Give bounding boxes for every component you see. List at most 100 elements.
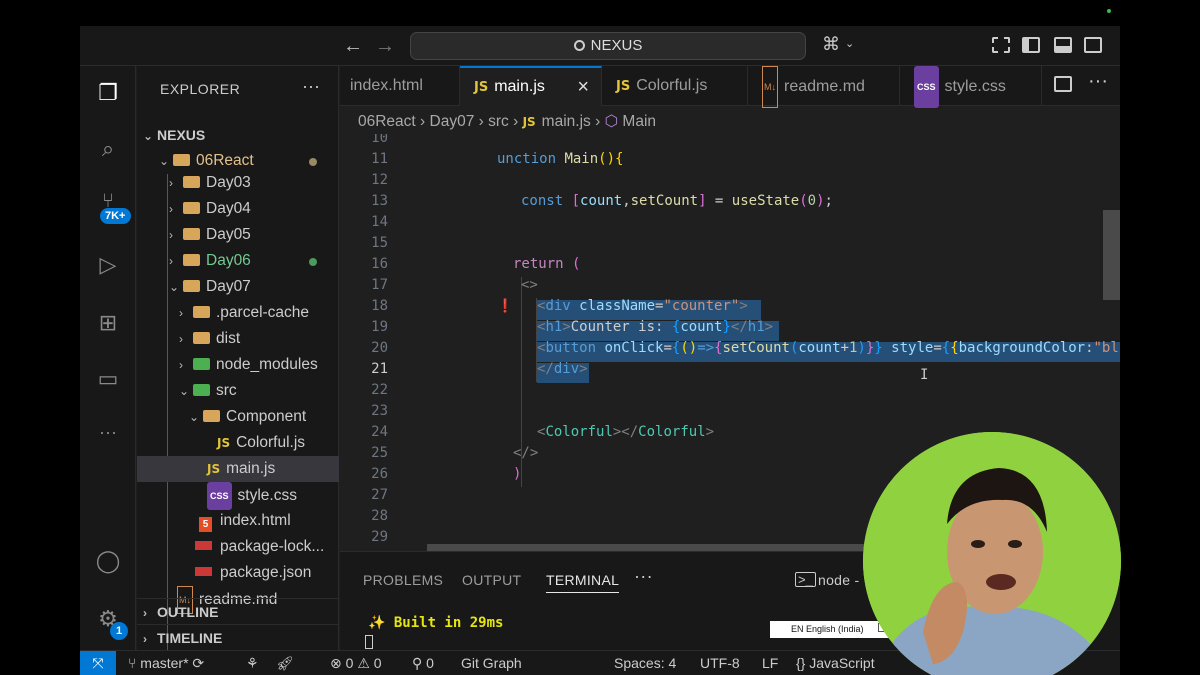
code-line: ) <box>513 466 522 482</box>
chevron-right-icon: › <box>513 113 523 130</box>
toggle-panel-icon[interactable] <box>1054 37 1072 53</box>
copilot-icon[interactable]: ⌘ <box>822 34 840 55</box>
chevron-down-icon: ⌄ <box>169 280 180 294</box>
code-line: unction Main(){ <box>497 151 624 167</box>
tree-item-label: src <box>216 382 237 399</box>
indentation-status[interactable]: Spaces: 4 <box>614 651 676 675</box>
search-icon[interactable]: ⌕ <box>94 136 122 164</box>
breadcrumb-item[interactable]: 06React <box>358 113 416 130</box>
tree-root[interactable]: ⌄ NEXUS <box>137 122 339 148</box>
tab-output[interactable]: OUTPUT <box>462 572 521 588</box>
tree-item-day06[interactable]: › Day06 <box>137 248 339 274</box>
vertical-scrollbar[interactable] <box>1103 210 1120 300</box>
problems-status[interactable]: ⊗ 0 ⚠ 0 <box>330 651 382 675</box>
timeline-section[interactable]: › TIMELINE <box>137 624 339 650</box>
chevron-right-icon: › <box>169 254 173 268</box>
explorer-more-button[interactable]: ··· <box>302 76 320 97</box>
tree-item-day04[interactable]: › Day04 <box>137 196 339 222</box>
ime-indicator[interactable]: EN English (India) <box>770 621 890 638</box>
remote-indicator-icon[interactable]: ⤧ <box>80 651 116 675</box>
branch-status[interactable]: ⑂ master* ⟳ <box>128 651 204 675</box>
publish-icon[interactable]: ⚘ <box>246 651 259 675</box>
tree-item-day05[interactable]: › Day05 <box>137 222 339 248</box>
panel-more-button[interactable]: ··· <box>634 566 653 587</box>
tab-style-css[interactable]: CSS style.css <box>900 66 1042 108</box>
tree-item-colorful-js[interactable]: JS Colorful.js <box>137 430 339 456</box>
tree-item-day03[interactable]: › Day03 <box>137 170 339 196</box>
explorer-sidebar: EXPLORER ··· ⌄ NEXUS ⌄ 06React › Day03 › Day… <box>137 66 339 668</box>
tree-item-main-js[interactable]: JS main.js <box>137 456 339 482</box>
tree-item-index-html[interactable]: 5 index.html <box>137 508 339 534</box>
tree-item-day07[interactable]: ⌄ Day07 <box>137 274 339 300</box>
error-icon: ⊗ <box>330 655 346 671</box>
tab-index-html[interactable]: index.html <box>340 66 460 106</box>
run-debug-icon[interactable]: ▷ <box>94 252 122 280</box>
npm-file-icon <box>195 541 212 550</box>
more-actions-icon[interactable]: ··· <box>1088 70 1108 93</box>
close-icon[interactable]: × <box>577 68 589 106</box>
arrow-left-icon[interactable]: ← <box>343 35 363 58</box>
terminal-name[interactable]: node - <box>818 572 860 588</box>
webcam-overlay <box>863 432 1121 675</box>
chevron-down-icon: ⌄ <box>179 384 190 398</box>
timeline-label: TIMELINE <box>157 630 223 646</box>
tree-item-package-lock[interactable]: package-lock... <box>137 534 339 560</box>
more-icon[interactable]: ··· <box>94 422 122 450</box>
breadcrumb-item[interactable]: src <box>488 113 509 130</box>
tree-item-style-css[interactable]: CSS style.css <box>137 482 339 510</box>
breadcrumb-item[interactable]: Day07 <box>430 113 475 130</box>
encoding-status[interactable]: UTF-8 <box>700 651 740 675</box>
ports-status[interactable]: ⚲ 0 <box>412 651 434 675</box>
remote-explorer-icon[interactable]: ▭ <box>94 366 122 394</box>
code-line: return ( <box>513 256 581 272</box>
folder-icon <box>183 202 200 214</box>
breadcrumb-item[interactable]: Main <box>622 113 656 130</box>
git-graph-button[interactable]: Git Graph <box>461 651 522 675</box>
language-label: JavaScript <box>809 655 875 671</box>
customize-layout-icon[interactable] <box>992 37 1010 53</box>
line-number: 20 <box>371 340 388 356</box>
extensions-icon[interactable]: ⊞ <box>94 310 122 338</box>
tree-item-component[interactable]: ⌄ Component <box>137 404 339 430</box>
markdown-file-icon: M↓ <box>762 66 778 108</box>
command-center[interactable]: NEXUS <box>410 32 806 60</box>
line-number: 14 <box>371 214 388 230</box>
toggle-secondary-sidebar-icon[interactable] <box>1084 37 1102 53</box>
tab-readme-md[interactable]: M↓ readme.md <box>748 66 900 108</box>
tree-item-dist[interactable]: › dist <box>137 326 339 352</box>
outline-section[interactable]: › OUTLINE <box>137 598 339 624</box>
line-number: 24 <box>371 424 388 440</box>
line-number: 28 <box>371 508 388 524</box>
tab-problems[interactable]: PROBLEMS <box>363 572 443 588</box>
symbol-method-icon: ⬡ <box>604 113 619 130</box>
lightbulb-icon[interactable]: ❗ <box>497 299 513 314</box>
account-icon[interactable]: ◯ <box>94 548 122 576</box>
html-file-icon: 5 <box>199 517 212 532</box>
tab-colorful-js[interactable]: JS Colorful.js <box>602 66 748 106</box>
tree-item-parcel-cache[interactable]: › .parcel-cache <box>137 300 339 326</box>
line-number: 23 <box>371 403 388 419</box>
files-icon[interactable]: ❐ <box>94 80 122 108</box>
language-status[interactable]: {} JavaScript <box>796 651 875 675</box>
js-file-icon: JS <box>207 462 221 476</box>
chevron-right-icon: › <box>179 332 183 346</box>
chevron-right-icon: › <box>143 632 147 646</box>
tree-item-src[interactable]: ⌄ src <box>137 378 339 404</box>
toggle-sidebar-icon[interactable] <box>1022 37 1040 53</box>
tree-item-node-modules[interactable]: › node_modules <box>137 352 339 378</box>
sync-icon: ⟳ <box>192 655 205 671</box>
tree-item-label: Day03 <box>206 174 251 191</box>
line-number: 22 <box>371 382 388 398</box>
chevron-down-icon[interactable]: ⌄ <box>845 37 854 50</box>
line-number: 27 <box>371 487 388 503</box>
split-editor-icon[interactable] <box>1054 76 1072 92</box>
eol-status[interactable]: LF <box>762 651 778 675</box>
breadcrumb-item[interactable]: main.js <box>542 113 591 130</box>
tab-terminal[interactable]: TERMINAL <box>546 572 620 593</box>
arrow-right-icon[interactable]: → <box>375 35 395 58</box>
launch-icon[interactable]: 🚀︎ <box>276 651 294 675</box>
tab-main-js[interactable]: JS main.js × <box>460 66 602 106</box>
tree-item-package-json[interactable]: package.json <box>137 560 339 586</box>
chevron-right-icon: › <box>179 358 183 372</box>
js-file-icon: JS <box>474 80 489 95</box>
